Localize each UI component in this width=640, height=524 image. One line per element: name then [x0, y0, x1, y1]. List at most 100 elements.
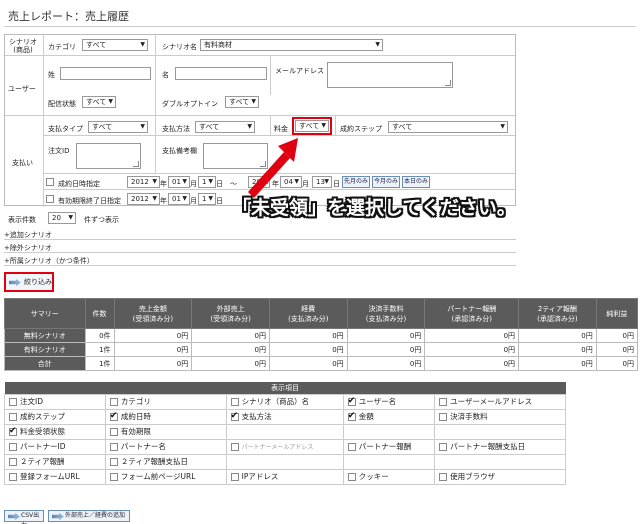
column-option[interactable]: IPアドレス: [225, 468, 344, 485]
unchecked-checkbox[interactable]: [109, 458, 118, 466]
unchecked-checkbox[interactable]: [439, 413, 448, 421]
unchecked-checkbox[interactable]: [439, 443, 448, 451]
column-option[interactable]: パートナー報酬支払日: [434, 438, 566, 455]
expire-day-select[interactable]: 1: [198, 193, 216, 205]
pay-type-select[interactable]: すべて: [88, 121, 148, 133]
unchecked-checkbox[interactable]: [230, 398, 239, 406]
column-option[interactable]: ユーザーメールアドレス: [434, 393, 566, 410]
column-option[interactable]: パートナー名: [104, 438, 227, 455]
this-month-button[interactable]: 今月のみ: [372, 176, 400, 188]
expire-checkbox[interactable]: [46, 195, 54, 203]
column-option-label: フォーム前ページURL: [120, 472, 196, 481]
column-option[interactable]: パートナーメールアドレス: [225, 438, 344, 455]
unchecked-checkbox[interactable]: [347, 443, 356, 451]
csv-export-label: CSV出力: [21, 512, 40, 524]
checked-checkbox[interactable]: [109, 411, 118, 421]
today-button[interactable]: 本日のみ: [402, 176, 430, 188]
column-option-label: 支払方法: [241, 412, 272, 421]
column-option[interactable]: フォーム前ページURL: [104, 468, 227, 485]
annotation-arrow: [248, 138, 298, 198]
unchecked-checkbox[interactable]: [9, 443, 17, 451]
expire-day-unit: 日: [216, 197, 223, 205]
unchecked-checkbox[interactable]: [9, 398, 17, 406]
narrow-down-button[interactable]: 絞り込み: [4, 272, 54, 292]
order-id-textarea[interactable]: [76, 143, 141, 169]
column-option[interactable]: カテゴリ: [104, 393, 227, 410]
unchecked-checkbox[interactable]: [9, 413, 17, 421]
month-from-select[interactable]: 01: [168, 176, 190, 188]
summary-row-label: 合計: [4, 356, 86, 371]
column-option[interactable]: 成約ステップ: [4, 408, 106, 425]
column-option: [434, 423, 566, 440]
accordion-belong-scenario[interactable]: +所属シナリオ（かつ条件）: [4, 256, 516, 266]
double-optin-select[interactable]: すべて: [225, 96, 259, 108]
columns-row: パートナーID パートナー名 パートナーメールアドレス パートナー報酬 パートナー報酬支…: [4, 438, 566, 455]
unchecked-checkbox[interactable]: [439, 473, 448, 481]
delivery-select[interactable]: すべて: [82, 96, 116, 108]
column-option[interactable]: 支払方法: [225, 408, 344, 425]
success-step-select[interactable]: すべて: [388, 121, 508, 133]
unchecked-checkbox[interactable]: [109, 473, 118, 481]
add-external-sales-button[interactable]: 外部売上／経費の追加: [48, 510, 130, 522]
column-option[interactable]: ２ティア報酬支払日: [104, 453, 227, 470]
unchecked-checkbox[interactable]: [109, 443, 118, 451]
accordion-exclude-scenario[interactable]: +除外シナリオ: [4, 243, 516, 253]
column-option[interactable]: シナリオ（商品）名: [225, 393, 344, 410]
checked-checkbox[interactable]: [347, 411, 356, 421]
column-option-label: 成約日時: [120, 412, 151, 421]
unchecked-checkbox[interactable]: [347, 473, 356, 481]
category-select[interactable]: すべて: [82, 39, 148, 51]
day-to-select[interactable]: 13: [312, 176, 332, 188]
last-name-input[interactable]: [60, 67, 151, 80]
checked-checkbox[interactable]: [347, 396, 356, 406]
expire-month-select[interactable]: 01: [168, 193, 190, 205]
column-option[interactable]: 料金受領状態: [4, 423, 106, 440]
column-option[interactable]: 登録フォームURL: [4, 468, 106, 485]
checked-checkbox[interactable]: [230, 411, 239, 421]
scenario-section-label: シナリオ (商品): [8, 38, 38, 54]
summary-cell: 0円: [595, 342, 639, 357]
column-option[interactable]: 金額: [342, 408, 436, 425]
unchecked-checkbox[interactable]: [230, 443, 239, 452]
column-option[interactable]: 注文ID: [4, 393, 106, 410]
column-option: [434, 453, 566, 470]
column-option[interactable]: ユーザー名: [342, 393, 436, 410]
column-option-label: 使用ブラウザ: [450, 472, 496, 481]
first-name-input[interactable]: [175, 67, 267, 80]
summary-cell: 0円: [268, 328, 348, 343]
double-optin-label: ダブルオプトイン: [162, 100, 218, 108]
unchecked-checkbox[interactable]: [9, 473, 17, 481]
unchecked-checkbox[interactable]: [230, 473, 239, 481]
column-option-label: ユーザー名: [358, 397, 397, 406]
column-option[interactable]: 成約日時: [104, 408, 227, 425]
unchecked-checkbox[interactable]: [109, 428, 118, 436]
column-option[interactable]: クッキー: [342, 468, 436, 485]
display-count-label: 表示件数: [8, 216, 36, 224]
accordion-add-scenario[interactable]: +追加シナリオ: [4, 230, 516, 240]
expire-year-select[interactable]: 2012: [127, 193, 160, 205]
summary-row-label: 無料シナリオ: [4, 328, 86, 343]
column-option[interactable]: 有効期限: [104, 423, 227, 440]
unchecked-checkbox[interactable]: [439, 398, 448, 406]
column-option[interactable]: パートナー報酬: [342, 438, 436, 455]
last-month-button[interactable]: 先月のみ: [342, 176, 370, 188]
day-from-select[interactable]: 1: [198, 176, 216, 188]
column-option[interactable]: 使用ブラウザ: [434, 468, 566, 485]
column-option: [342, 423, 436, 440]
column-option[interactable]: ２ティア報酬: [4, 453, 106, 470]
email-textarea[interactable]: [327, 62, 453, 88]
unchecked-checkbox[interactable]: [109, 398, 118, 406]
csv-export-button[interactable]: CSV出力: [4, 510, 44, 524]
scenario-name-select[interactable]: 有料商材: [200, 39, 383, 51]
column-option[interactable]: 決済手数料: [434, 408, 566, 425]
display-count-select[interactable]: 20: [48, 212, 76, 224]
column-option[interactable]: パートナーID: [4, 438, 106, 455]
date-checkbox[interactable]: [46, 178, 54, 186]
unchecked-checkbox[interactable]: [9, 458, 17, 466]
arrow-right-icon: [52, 513, 64, 520]
checked-checkbox[interactable]: [9, 426, 17, 436]
title-divider: [4, 26, 636, 27]
summary-cell: 0円: [518, 356, 597, 371]
columns-row: 料金受領状態 有効期限: [4, 423, 566, 440]
year-from-select[interactable]: 2012: [127, 176, 160, 188]
